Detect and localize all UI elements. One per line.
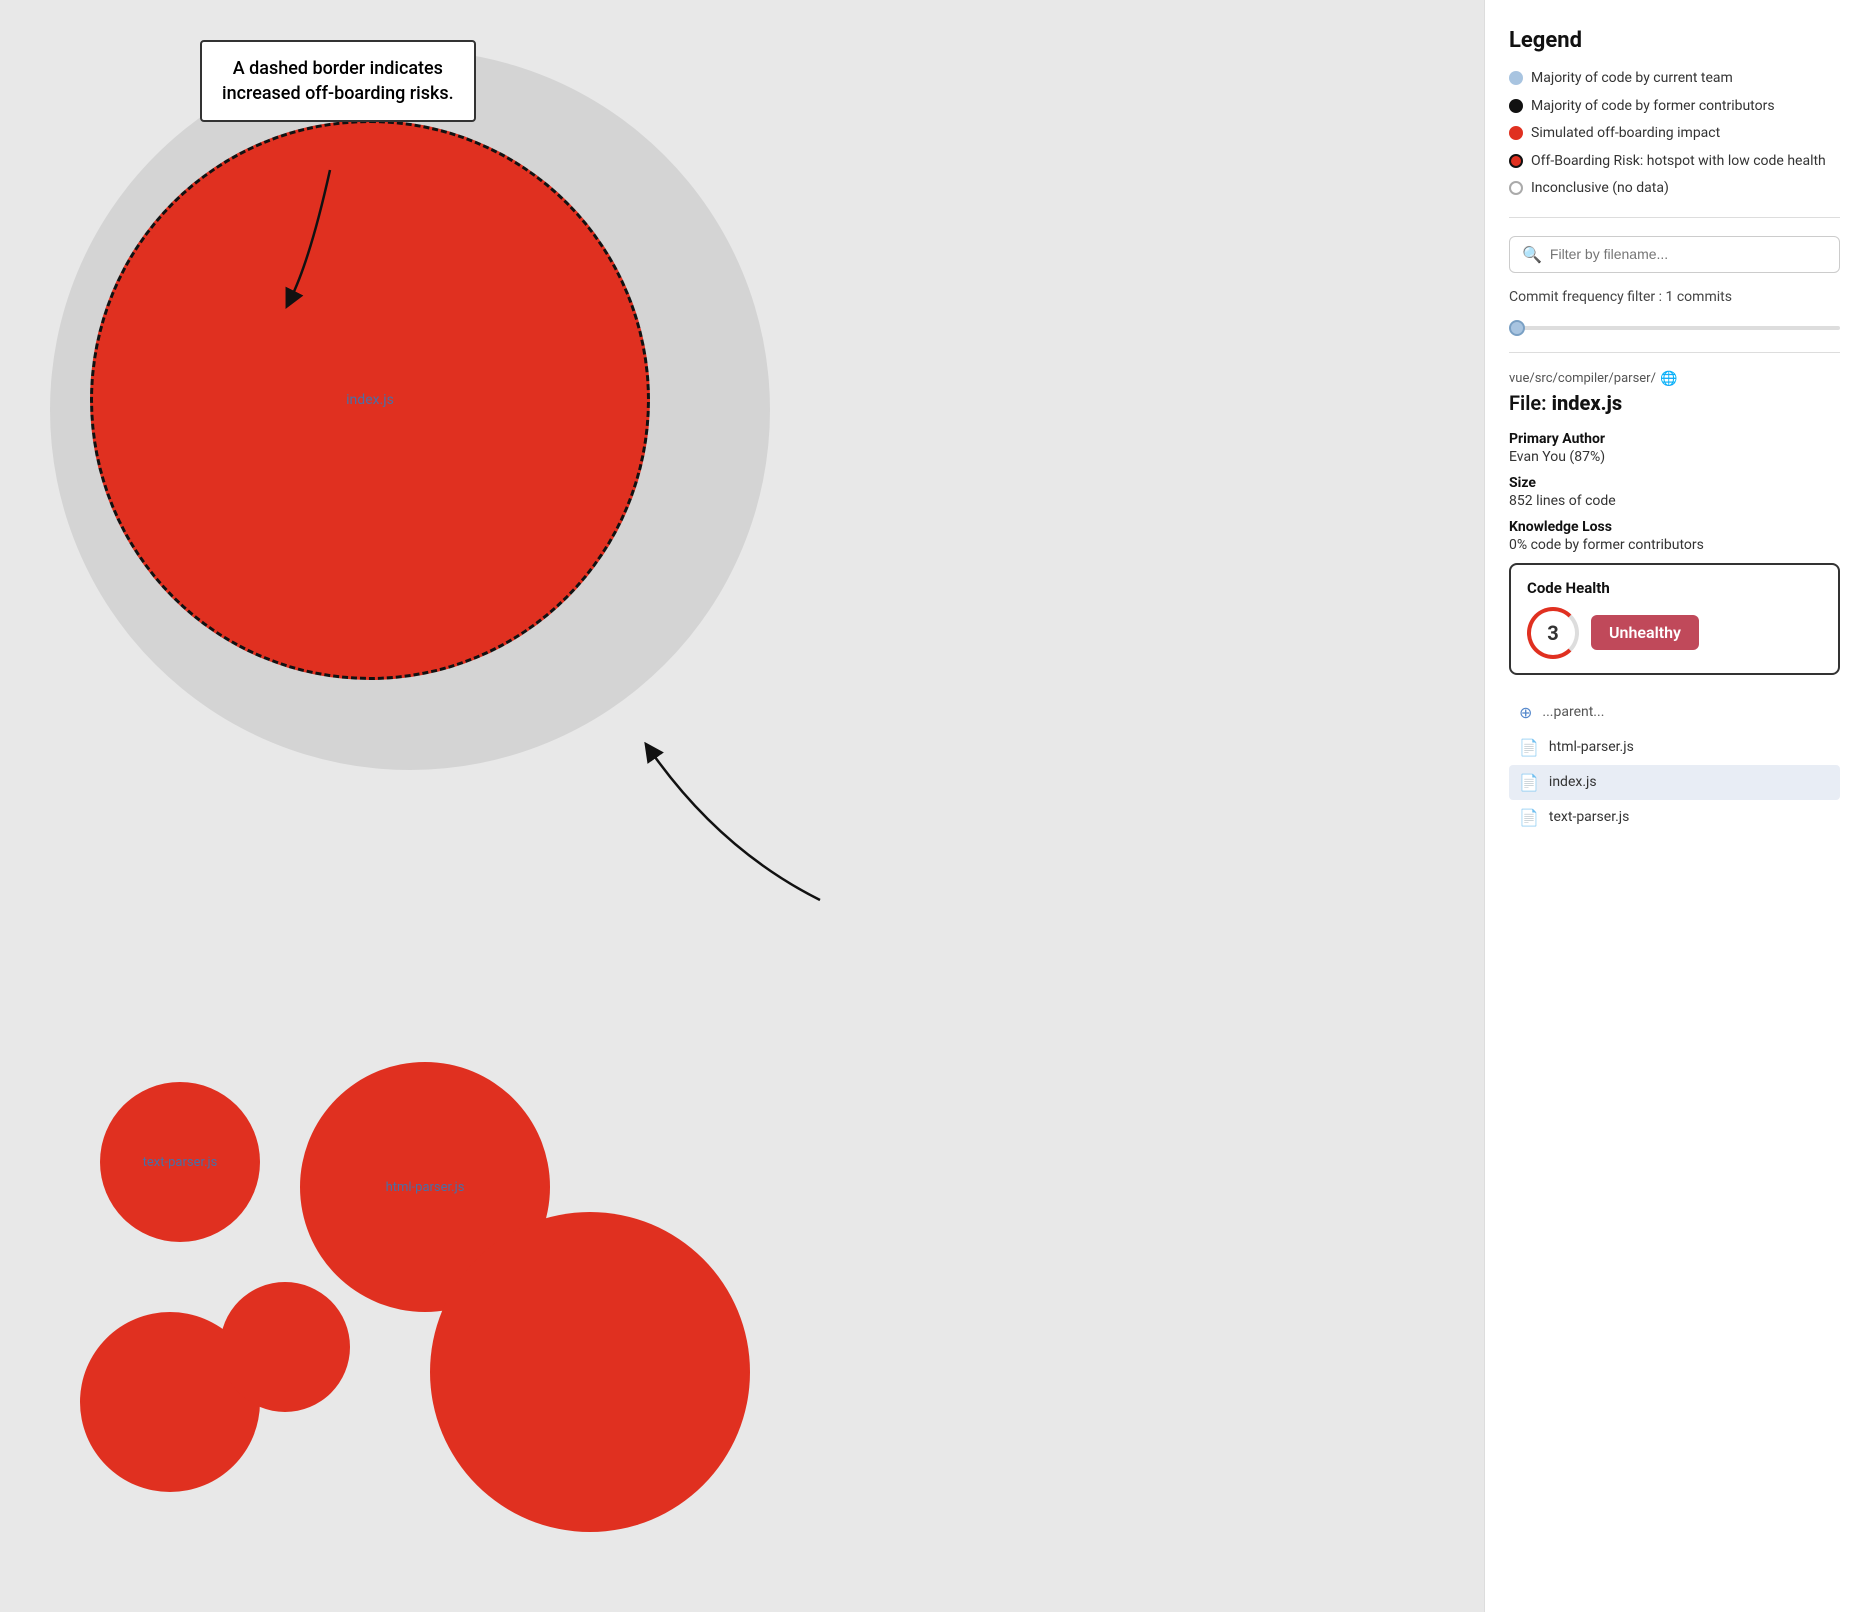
file-list-parent[interactable]: ⊕ ...parent... <box>1509 695 1840 730</box>
legend-dot-blue <box>1509 71 1523 85</box>
file-title: File: index.js <box>1509 391 1840 415</box>
legend-title: Legend <box>1509 28 1840 53</box>
file-list: ⊕ ...parent... 📄 html-parser.js 📄 index.… <box>1509 695 1840 835</box>
file-name-text-parser: text-parser.js <box>1549 809 1629 825</box>
search-icon: 🔍 <box>1522 245 1542 264</box>
primary-author-label: Primary Author <box>1509 431 1840 447</box>
tooltip-box: A dashed border indicatesincreased off-b… <box>200 40 476 122</box>
search-input[interactable] <box>1550 246 1827 262</box>
health-score: 3 <box>1527 607 1579 659</box>
search-box[interactable]: 🔍 <box>1509 236 1840 273</box>
health-score-value: 3 <box>1547 621 1558 645</box>
main-circle-index-js[interactable]: index.js <box>90 120 650 680</box>
slider-container <box>1509 315 1840 334</box>
legend-dot-red <box>1509 126 1523 140</box>
parent-label: ...parent... <box>1542 704 1604 720</box>
legend-dot-empty <box>1509 181 1523 195</box>
sidebar-panel: Legend Majority of code by current team … <box>1484 0 1864 1612</box>
file-icon-index: 📄 <box>1519 773 1539 792</box>
legend-item-current-team: Majority of code by current team <box>1509 69 1840 89</box>
legend-label-simulated: Simulated off-boarding impact <box>1531 124 1720 144</box>
primary-author-section: Primary Author Evan You (87%) <box>1509 431 1840 465</box>
html-parser-label: html-parser.js <box>386 1180 465 1195</box>
legend-item-former: Majority of code by former contributors <box>1509 97 1840 117</box>
legend-item-offboarding-risk: Off-Boarding Risk: hotspot with low code… <box>1509 152 1840 172</box>
tooltip-text: A dashed border indicatesincreased off-b… <box>222 58 454 104</box>
knowledge-loss-section: Knowledge Loss 0% code by former contrib… <box>1509 519 1840 553</box>
file-path: vue/src/compiler/parser/ 🌐 <box>1509 371 1840 387</box>
knowledge-loss-value: 0% code by former contributors <box>1509 537 1840 553</box>
file-path-text: vue/src/compiler/parser/ <box>1509 371 1656 386</box>
size-label: Size <box>1509 475 1840 491</box>
legend-dot-black <box>1509 99 1523 113</box>
legend-label-inconclusive: Inconclusive (no data) <box>1531 179 1669 199</box>
code-health-title: Code Health <box>1527 579 1822 597</box>
main-circle-label: index.js <box>346 392 394 408</box>
legend-label-former: Majority of code by former contributors <box>1531 97 1775 117</box>
commit-frequency-slider[interactable] <box>1509 326 1840 330</box>
file-name-html-parser: html-parser.js <box>1549 739 1634 755</box>
divider-2 <box>1509 352 1840 353</box>
commit-filter-label: Commit frequency filter : 1 commits <box>1509 289 1840 305</box>
legend-label-current-team: Majority of code by current team <box>1531 69 1733 89</box>
circle-text-parser[interactable]: text-parser.js <box>100 1082 260 1242</box>
circle-bottom-mid[interactable] <box>220 1282 350 1412</box>
legend-dot-red-black <box>1509 154 1523 168</box>
visualization-panel: A dashed border indicatesincreased off-b… <box>0 0 1484 1612</box>
file-list-item-text-parser[interactable]: 📄 text-parser.js <box>1509 800 1840 835</box>
health-badge: Unhealthy <box>1591 615 1699 650</box>
legend-item-simulated: Simulated off-boarding impact <box>1509 124 1840 144</box>
legend-item-inconclusive: Inconclusive (no data) <box>1509 179 1840 199</box>
file-list-item-html-parser[interactable]: 📄 html-parser.js <box>1509 730 1840 765</box>
circle-bottom-right[interactable] <box>430 1212 750 1532</box>
globe-icon: 🌐 <box>1660 371 1677 387</box>
size-section: Size 852 lines of code <box>1509 475 1840 509</box>
divider-1 <box>1509 217 1840 218</box>
file-list-item-index[interactable]: 📄 index.js <box>1509 765 1840 800</box>
code-health-box: Code Health 3 Unhealthy <box>1509 563 1840 675</box>
file-icon-text-parser: 📄 <box>1519 808 1539 827</box>
primary-author-value: Evan You (87%) <box>1509 449 1840 465</box>
legend-label-offboarding: Off-Boarding Risk: hotspot with low code… <box>1531 152 1826 172</box>
legend-section: Legend Majority of code by current team … <box>1509 28 1840 199</box>
file-icon-html-parser: 📄 <box>1519 738 1539 757</box>
text-parser-label: text-parser.js <box>143 1155 218 1170</box>
parent-icon: ⊕ <box>1519 703 1532 722</box>
knowledge-loss-label: Knowledge Loss <box>1509 519 1840 535</box>
code-health-content: 3 Unhealthy <box>1527 607 1822 659</box>
file-name-index: index.js <box>1549 774 1597 790</box>
size-value: 852 lines of code <box>1509 493 1840 509</box>
